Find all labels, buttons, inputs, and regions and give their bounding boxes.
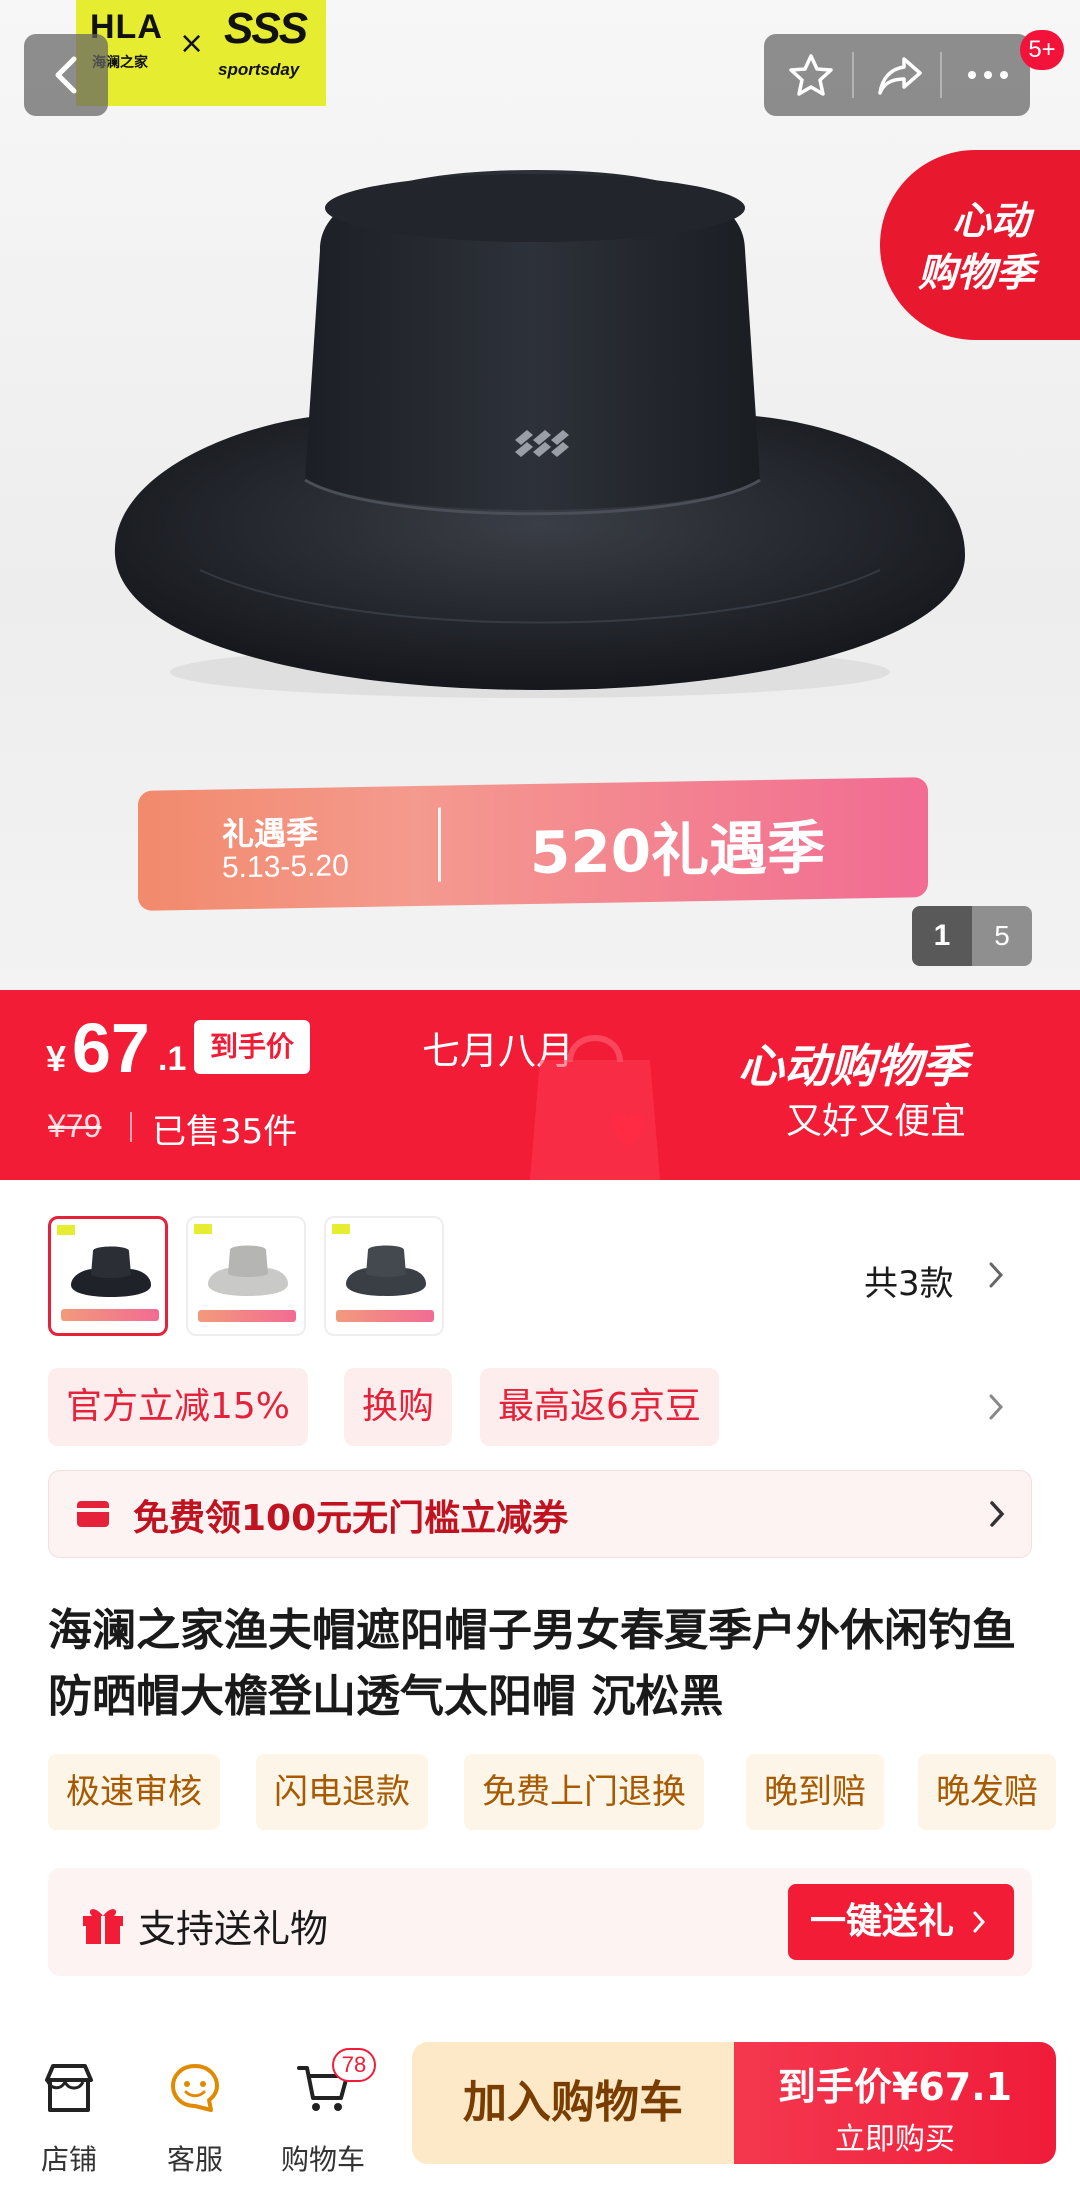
final-price-tag: 到手价 bbox=[194, 1020, 310, 1074]
price-banner: ¥ 67 .1 到手价 ¥79 已售35件 七月八月 心动购物季 又好又便宜 bbox=[0, 990, 1080, 1180]
banner-subtitle: 又好又便宜 bbox=[786, 1101, 967, 1142]
thumb-ribbon bbox=[336, 1310, 434, 1322]
brand-logo: HLA 海澜之家 × SSS sportsday bbox=[76, 0, 326, 106]
chevron-right-icon[interactable] bbox=[986, 1392, 1006, 1422]
thumb-ribbon bbox=[198, 1310, 296, 1322]
promo-badge[interactable]: 心动 购物季 bbox=[880, 150, 1080, 340]
promo-chip-beans[interactable]: 最高返6京豆 bbox=[480, 1368, 719, 1446]
share-icon bbox=[878, 57, 922, 95]
promo-badge-line1: 心动 bbox=[952, 199, 1031, 244]
send-gift-button[interactable]: 一键送礼 bbox=[788, 1884, 1014, 1960]
service-tag: 闪电退款 bbox=[256, 1754, 428, 1830]
event-ribbon: 礼遇季 5.13-5.20 520礼遇季 bbox=[138, 777, 928, 911]
pager-current: 1 bbox=[912, 906, 972, 966]
send-gift-label: 一键送礼 bbox=[810, 1901, 955, 1942]
promo-chip-discount[interactable]: 官方立减15% bbox=[48, 1368, 309, 1446]
top-actions bbox=[764, 34, 1030, 116]
service-tag: 晚发赔 bbox=[918, 1754, 1056, 1830]
product-title: 海澜之家渔夫帽遮阳帽子男女春夏季户外休闲钓鱼防晒帽大檐登山透气太阳帽 沉松黑 bbox=[48, 1605, 1016, 1722]
price-decimal: .1 bbox=[158, 1040, 187, 1078]
nav-customer-service[interactable]: 客服 bbox=[140, 2042, 250, 2182]
coupon-text: 免费领100元无门槛立减券 bbox=[133, 1498, 569, 1539]
product-image bbox=[114, 170, 965, 698]
bottom-action-bar: 店铺 客服 78 购物车 加入购物车 到手价¥67.1 立即购买 bbox=[0, 2020, 1080, 2204]
variant-count[interactable]: 共3款 bbox=[864, 1256, 954, 1305]
thumb-logo bbox=[57, 1225, 75, 1235]
coupon-icon bbox=[77, 1501, 109, 1527]
cart-count-badge: 78 bbox=[332, 2048, 376, 2082]
back-button[interactable] bbox=[24, 34, 108, 116]
notification-badge: 5+ bbox=[1020, 30, 1064, 70]
sold-count: 已售35件 bbox=[152, 1112, 298, 1152]
chevron-right-icon bbox=[973, 1911, 986, 1933]
nav-store-label: 店铺 bbox=[40, 2143, 97, 2176]
coupon-banner[interactable]: 免费领100元无门槛立减券 bbox=[48, 1470, 1032, 1558]
original-price: ¥79 bbox=[48, 1108, 102, 1144]
service-tag: 极速审核 bbox=[48, 1754, 220, 1830]
star-icon bbox=[789, 54, 833, 96]
variant-hat-image bbox=[208, 1245, 288, 1296]
variant-thumb-1[interactable] bbox=[48, 1216, 168, 1336]
variant-thumb-2[interactable] bbox=[186, 1216, 306, 1336]
variant-thumb-3[interactable] bbox=[324, 1216, 444, 1336]
gift-icon bbox=[83, 1909, 123, 1944]
nav-customer-service-label: 客服 bbox=[166, 2143, 223, 2176]
promo-chip-exchange[interactable]: 换购 bbox=[344, 1368, 453, 1446]
share-button[interactable] bbox=[854, 34, 942, 116]
ribbon-date: 5.13-5.20 bbox=[222, 849, 349, 885]
price-currency: ¥ bbox=[46, 1038, 67, 1079]
nav-cart-label: 购物车 bbox=[280, 2143, 365, 2176]
gift-row: 支持送礼物 一键送礼 bbox=[48, 1868, 1032, 1976]
add-to-cart-button[interactable]: 加入购物车 bbox=[412, 2042, 734, 2164]
pager-total: 5 bbox=[994, 920, 1010, 951]
variant-hat-image bbox=[346, 1245, 426, 1296]
thumb-logo bbox=[194, 1224, 212, 1234]
back-icon bbox=[55, 56, 77, 94]
thumb-ribbon bbox=[61, 1309, 159, 1321]
banner-title: 心动购物季 bbox=[738, 1039, 968, 1093]
brand-sss: SSS bbox=[224, 4, 308, 53]
chevron-right-icon bbox=[990, 1501, 1005, 1527]
nav-cart[interactable]: 78 购物车 bbox=[268, 2042, 378, 2182]
ribbon-divider bbox=[438, 807, 441, 882]
nav-store[interactable]: 店铺 bbox=[14, 2042, 124, 2182]
divider bbox=[130, 1112, 132, 1142]
brand-x: × bbox=[179, 26, 205, 61]
thumb-logo bbox=[332, 1224, 350, 1234]
customer-service-icon bbox=[171, 2064, 219, 2112]
buy-now-button[interactable]: 到手价¥67.1 立即购买 bbox=[734, 2042, 1056, 2164]
gift-text: 支持送礼物 bbox=[138, 1907, 329, 1951]
service-tag: 免费上门退换 bbox=[464, 1754, 704, 1830]
ribbon-title: 礼遇季 bbox=[222, 813, 319, 854]
buy-now-price: 到手价¥67.1 bbox=[777, 2065, 1013, 2109]
brand-sportsday: sportsday bbox=[218, 60, 300, 79]
product-gallery[interactable]: HLA 海澜之家 × SSS sportsday 5+ 心动 购物季 礼遇季 5… bbox=[0, 0, 1080, 990]
more-icon bbox=[968, 71, 1008, 79]
store-icon bbox=[45, 2064, 93, 2112]
variant-hat-image bbox=[71, 1246, 151, 1297]
shopping-bag-icon bbox=[530, 1035, 660, 1180]
promo-badge-line2: 购物季 bbox=[918, 251, 1036, 296]
image-pager[interactable]: 1 5 bbox=[912, 906, 1032, 966]
service-tag: 晚到赔 bbox=[746, 1754, 884, 1830]
favorite-button[interactable] bbox=[766, 34, 854, 116]
chevron-right-icon[interactable] bbox=[986, 1260, 1006, 1290]
variant-selector: 共3款 bbox=[0, 1216, 1080, 1338]
ribbon-headline: 520礼遇季 bbox=[530, 813, 826, 888]
buy-now-label: 立即购买 bbox=[835, 2122, 955, 2157]
more-button[interactable] bbox=[942, 34, 1030, 116]
price-integer: 67 bbox=[72, 1009, 150, 1087]
